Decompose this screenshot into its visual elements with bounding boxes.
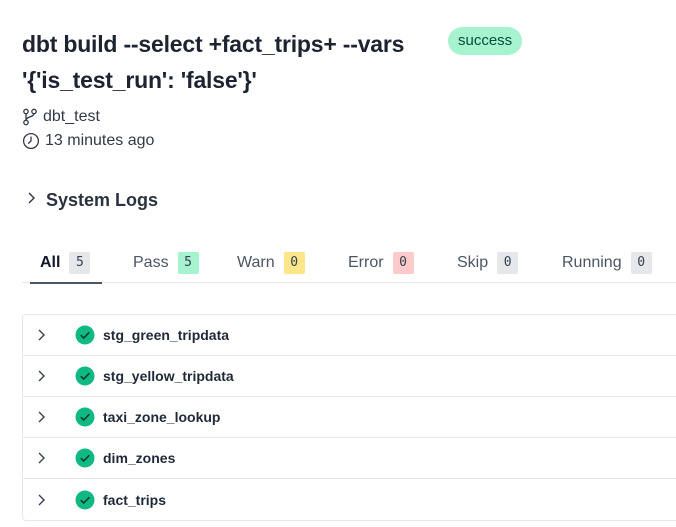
system-logs-toggle[interactable]: System Logs [27, 188, 158, 212]
chevron-right-icon[interactable] [37, 494, 51, 506]
tab-skip[interactable]: Skip 0 [457, 250, 519, 283]
tab-label: Warn [237, 254, 275, 271]
tab-count: 0 [392, 252, 414, 274]
tab-all[interactable]: All 5 [29, 250, 104, 284]
tab-label: Skip [457, 254, 489, 271]
tab-count: 5 [177, 252, 199, 274]
check-circle-icon [75, 490, 95, 510]
chevron-right-icon[interactable] [37, 370, 51, 382]
chevron-right-icon[interactable] [37, 452, 51, 464]
list-item[interactable]: stg_yellow_tripdata [23, 356, 676, 397]
model-name: taxi_zone_lookup [103, 409, 221, 425]
tab-label: Pass [133, 254, 169, 271]
run-title: dbt build --select +fact_trips+ --vars '… [22, 31, 405, 93]
check-circle-icon [75, 448, 95, 468]
chevron-right-icon [27, 191, 36, 209]
chevron-right-icon[interactable] [37, 411, 51, 423]
list-item[interactable]: stg_green_tripdata [23, 315, 676, 356]
tab-warn[interactable]: Warn 0 [237, 250, 305, 283]
system-logs-label: System Logs [46, 189, 159, 210]
check-circle-icon [75, 366, 95, 386]
status-tabs: All 5 Pass 5 Warn 0 Error 0 Skip 0 Runni… [22, 250, 676, 284]
tab-running[interactable]: Running 0 [562, 250, 652, 283]
model-name: dim_zones [103, 450, 176, 466]
check-circle-icon [75, 407, 95, 427]
run-time: 13 minutes ago [45, 132, 155, 149]
model-name: stg_yellow_tripdata [103, 368, 234, 384]
clock-icon [22, 132, 40, 150]
check-circle-icon [75, 325, 95, 345]
status-badge: success [448, 27, 523, 55]
git-branch-icon [22, 108, 38, 126]
tab-label: Error [348, 254, 384, 271]
project-name: dbt_test [43, 108, 100, 125]
time-meta: 13 minutes ago [22, 130, 154, 152]
project-meta: dbt_test [22, 106, 100, 128]
tab-count: 5 [69, 252, 91, 274]
tab-pass[interactable]: Pass 5 [133, 250, 199, 283]
tab-count: 0 [283, 252, 305, 274]
list-item[interactable]: fact_trips [23, 479, 676, 520]
list-item[interactable]: taxi_zone_lookup [23, 397, 676, 438]
model-name: fact_trips [103, 491, 167, 508]
tab-label: Running [562, 254, 622, 271]
tab-count: 0 [497, 252, 519, 274]
model-list: stg_green_tripdata stg_yellow_tripdata t… [22, 314, 676, 521]
model-name: stg_green_tripdata [103, 327, 230, 343]
tab-error[interactable]: Error 0 [348, 250, 414, 283]
chevron-right-icon[interactable] [37, 329, 51, 341]
list-item[interactable]: dim_zones [23, 438, 676, 479]
tab-label: All [40, 254, 61, 271]
tab-count: 0 [630, 252, 652, 274]
